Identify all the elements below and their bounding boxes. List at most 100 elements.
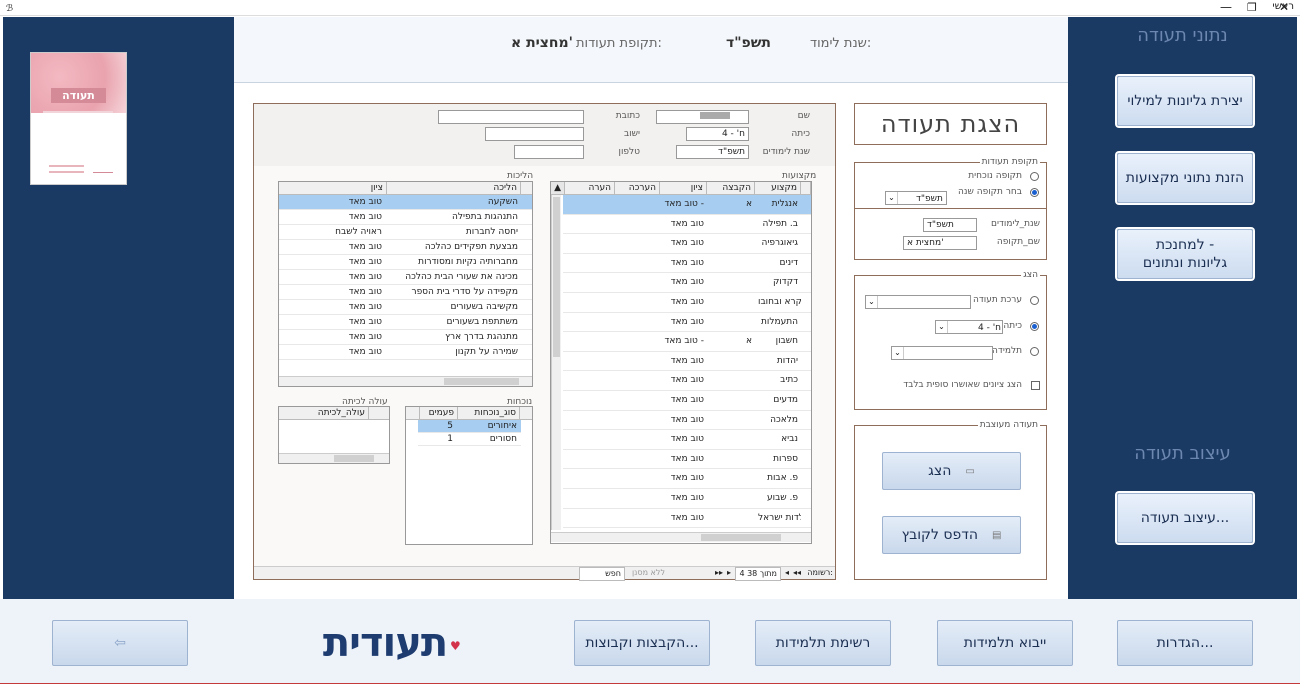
students-list-button[interactable]: רשימת תלמידות xyxy=(755,620,891,666)
class-radio[interactable] xyxy=(1030,322,1039,331)
scroll-up-icon[interactable]: ▲ xyxy=(551,182,565,195)
table-cell: טוב מאד xyxy=(348,287,382,297)
final-only-checkbox[interactable] xyxy=(1031,381,1040,390)
table-row[interactable]: 5 איחורים xyxy=(418,420,521,433)
table-cell: טוב מאד xyxy=(670,316,704,327)
table-row[interactable]: 1 חסורים xyxy=(418,433,521,446)
table-row[interactable]: טוב מאד מחברותיה נקיות ומסודרות xyxy=(279,255,532,270)
show-button[interactable]: הצג ▭ xyxy=(882,452,1021,490)
record-position[interactable]: 4 מתוך 38 xyxy=(735,567,781,581)
class-dropdown[interactable]: ⌄ ח' - 4 xyxy=(935,320,1003,334)
table-row[interactable]: חשבון א טוב מאד - xyxy=(563,332,811,352)
address-field[interactable] xyxy=(438,110,584,124)
status-strip xyxy=(0,683,1300,697)
table-row[interactable]: נביא טוב מאד xyxy=(563,430,811,450)
maximize-button[interactable]: ❐ xyxy=(1247,0,1257,15)
table-row[interactable]: דינים טוב מאד xyxy=(563,254,811,274)
table-row[interactable]: טוב מאד משתתפת בשעורים xyxy=(279,315,532,330)
student-radio[interactable] xyxy=(1030,347,1039,356)
table-row[interactable]: טוב מאד התנהגות בתפילה xyxy=(279,210,532,225)
certificate-thumbnail[interactable]: תעודה xyxy=(30,52,127,185)
design-certificate-button[interactable]: עיצוב תעודה... xyxy=(1117,493,1253,543)
attendance-header-type[interactable]: סוג_נוכחות xyxy=(458,407,520,420)
search-field[interactable]: חפש xyxy=(579,567,625,581)
table-row[interactable]: טוב מאד מקפידה על סדרי בית הספר xyxy=(279,285,532,300)
table-row[interactable]: טוב מאד מתנהגת בדרך ארץ xyxy=(279,330,532,345)
first-record-icon[interactable]: ◂◂ xyxy=(793,567,801,579)
table-row[interactable]: טוב מאד מקשיבה בשעורים xyxy=(279,300,532,315)
groups-button[interactable]: הקבצות וקבוצות... xyxy=(574,620,710,666)
table-row[interactable]: טוב מאד מבצעת תפקידים כהלכה xyxy=(279,240,532,255)
subjects-vscroll[interactable] xyxy=(551,195,561,530)
table-row[interactable]: מדעים טוב מאד xyxy=(563,391,811,411)
teacher-sheets-button[interactable]: למחנכת - גליונות ונתונים xyxy=(1117,229,1253,279)
create-sheets-button[interactable]: יצירת גליונות למילוי xyxy=(1117,76,1253,126)
minimize-button[interactable]: — xyxy=(1220,0,1232,15)
table-row[interactable]: פ. שבוע טוב מאד xyxy=(563,489,811,509)
table-row[interactable]: מלאכה טוב מאד xyxy=(563,411,811,431)
table-row[interactable]: טוב מאד השקעה xyxy=(279,195,532,210)
year-field[interactable]: תשפ"ד xyxy=(676,145,749,159)
phone-field[interactable] xyxy=(514,145,584,159)
current-period-radio[interactable] xyxy=(1030,172,1039,181)
table-row[interactable]: ה. הנקרא ובחובו טוב מאד xyxy=(563,293,811,313)
conduct-header-grade[interactable]: ציון xyxy=(279,182,387,195)
attendance-header-count[interactable]: פעמים xyxy=(420,407,458,420)
no-filter[interactable]: ללא מסנן xyxy=(632,567,665,579)
close-button[interactable]: ✕ xyxy=(1279,0,1289,15)
table-row[interactable]: אנגלית א טוב מאד - xyxy=(563,195,811,215)
name-field[interactable] xyxy=(656,110,749,124)
conduct-hscroll[interactable] xyxy=(279,376,532,386)
period-name-field[interactable]: מחצית א' xyxy=(903,236,977,250)
choose-period-radio[interactable] xyxy=(1030,188,1039,197)
table-cell: אנגלית xyxy=(771,199,798,209)
cert-set-label: ערכת תעודה xyxy=(972,295,1022,305)
table-row[interactable]: טוב מאד שמירה על תקנון xyxy=(279,345,532,360)
prev-record-icon[interactable]: ◂ xyxy=(785,567,789,579)
table-cell: חשבון xyxy=(775,336,798,347)
subjects-header-note[interactable]: הערה xyxy=(565,182,615,195)
print-to-file-button[interactable]: הדפס לקובץ ▤ xyxy=(882,516,1021,554)
table-cell: טוב מאד xyxy=(670,297,704,307)
table-cell: גיאוגרפיה xyxy=(761,238,799,249)
next-record-icon[interactable]: ▸ xyxy=(727,567,731,579)
table-row[interactable]: ב. תפילה טוב מאד xyxy=(563,215,811,235)
table-row[interactable]: טוב מאד מכינה את שעורי הבית כהלכה xyxy=(279,270,532,285)
promotion-hscroll[interactable] xyxy=(279,453,389,463)
table-row[interactable]: תולדות ישראל טוב מאד xyxy=(563,509,811,529)
promotion-header[interactable]: עולה_לכיתה xyxy=(279,407,369,420)
class-label: כיתה xyxy=(1003,321,1022,331)
import-students-button[interactable]: ייבוא תלמידות xyxy=(937,620,1073,666)
choose-period-label: בחר תקופה שנה xyxy=(958,187,1022,197)
settings-button[interactable]: הגדרות... xyxy=(1117,620,1253,666)
table-row[interactable]: ספרות טוב מאד xyxy=(563,450,811,470)
subjects-header-group[interactable]: הקבצה xyxy=(707,182,755,195)
student-dropdown[interactable]: ⌄ xyxy=(891,346,993,360)
cert-set-radio[interactable] xyxy=(1030,296,1039,305)
row-selector-header xyxy=(369,407,389,420)
table-row[interactable]: ראויה לשבח יחסה לחברות xyxy=(279,225,532,240)
table-row[interactable]: פ. אבות טוב מאד xyxy=(563,469,811,489)
class-field[interactable]: ח' - 4 xyxy=(686,127,749,141)
period-dropdown[interactable]: ⌄ תשפ"ד xyxy=(885,191,947,205)
table-row[interactable]: גיאוגרפיה טוב מאד xyxy=(563,234,811,254)
table-row[interactable]: דקדוק טוב מאד xyxy=(563,273,811,293)
thumbnail-line xyxy=(49,171,84,173)
exit-button[interactable]: ⇦ xyxy=(52,620,188,666)
cert-set-dropdown[interactable]: ⌄ xyxy=(865,295,971,309)
table-row[interactable]: כתיב טוב מאד xyxy=(563,371,811,391)
styled-certificate-group: תעודה מעוצבת הצג ▭ הדפס לקובץ ▤ xyxy=(854,420,1047,580)
table-row[interactable]: התעמלות טוב מאד xyxy=(563,313,811,333)
last-record-icon[interactable]: ▸▸ xyxy=(715,567,723,579)
subjects-header-evaluation[interactable]: הערכה xyxy=(615,182,660,195)
subjects-header-subject[interactable]: מקצוע xyxy=(755,182,801,195)
teacher-sheets-line2: גליונות ונתונים xyxy=(1142,255,1228,271)
subjects-hscroll[interactable] xyxy=(551,532,811,542)
table-row[interactable]: יהדות טוב מאד xyxy=(563,352,811,372)
conduct-header-item[interactable]: הליכה xyxy=(387,182,521,195)
city-field[interactable] xyxy=(485,127,584,141)
subjects-header-grade[interactable]: ציון xyxy=(660,182,707,195)
enter-grades-button[interactable]: הזנת נתוני מקצועות xyxy=(1117,153,1253,203)
year-field[interactable]: תשפ"ד xyxy=(923,218,977,232)
divider xyxy=(855,208,1046,209)
